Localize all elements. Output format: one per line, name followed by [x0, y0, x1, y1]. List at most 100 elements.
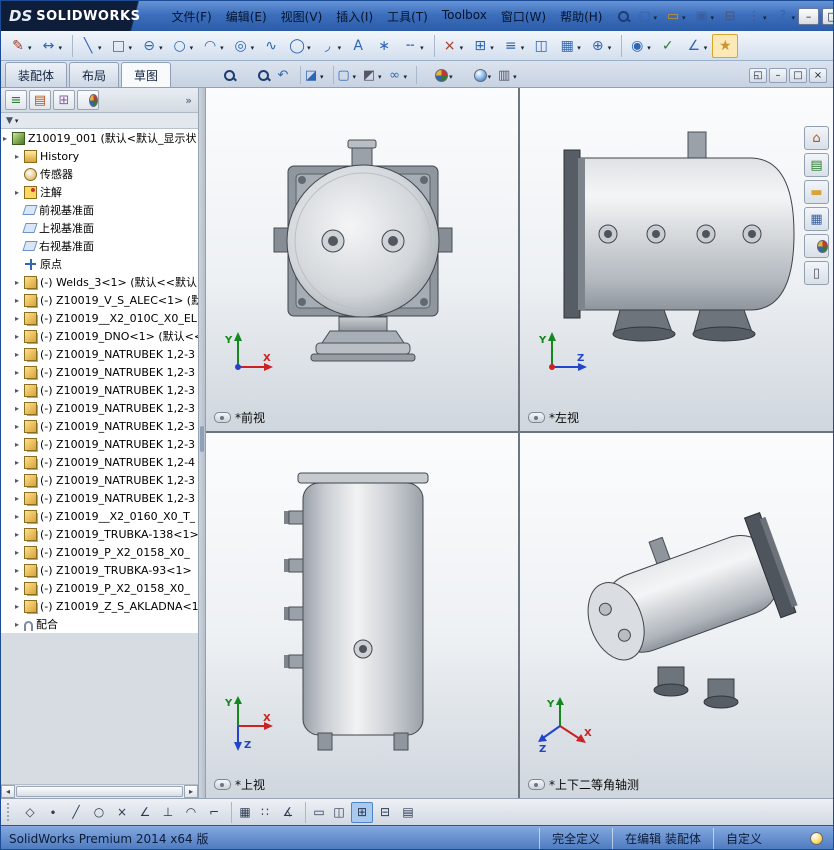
expand-arrow-icon[interactable] — [15, 476, 24, 485]
convert-entities-button[interactable]: ⊞ — [468, 35, 497, 57]
menu-item[interactable]: 工具(T) — [380, 4, 435, 29]
expand-arrow-icon[interactable] — [15, 152, 24, 161]
fillet-tool-button[interactable]: ◞ — [316, 35, 345, 57]
sketch-tool-button[interactable]: ✎ — [6, 35, 35, 57]
foot[interactable] — [393, 732, 409, 751]
view-orientation-badge[interactable] — [528, 412, 545, 423]
slot-tool-button[interactable]: ⊖ — [137, 35, 166, 57]
centerline-tool-button[interactable]: ╌ — [398, 35, 427, 57]
tree-item[interactable]: Z10019_001 (默认<默认_显示状 — [1, 129, 198, 147]
scroll-left-arrow-icon[interactable]: ◂ — [1, 785, 15, 798]
appearances-tab[interactable] — [804, 234, 829, 258]
filter-funnel-icon[interactable]: ▼ — [6, 116, 13, 126]
scrollbar-thumb[interactable] — [16, 786, 183, 797]
apply-scene-button[interactable] — [456, 66, 494, 84]
file-explorer-tab[interactable]: ▬ — [804, 180, 829, 204]
tree-item[interactable]: (-) Z10019_Z_S_AKLADNA<1> — [1, 597, 198, 615]
expand-arrow-icon[interactable] — [15, 404, 24, 413]
doc-close-button[interactable]: × — [809, 68, 827, 83]
displaymanager-tab[interactable] — [77, 90, 99, 110]
filter-vertices-button[interactable]: ∙ — [42, 802, 64, 823]
status-custom-menu[interactable]: 自定义 — [712, 828, 774, 849]
circle-tool-button[interactable]: ○ — [168, 35, 197, 57]
section-view-button[interactable]: ◪ — [300, 66, 326, 84]
save-button[interactable]: ▣ — [691, 6, 718, 26]
ellipse-tool-button[interactable]: ◯ — [285, 35, 314, 57]
print-button[interactable]: ⊟ — [719, 6, 741, 26]
options-button[interactable]: ⋮ — [743, 6, 770, 26]
filter-perpendicular-button[interactable]: ⊥ — [157, 802, 179, 823]
tree-item[interactable]: 上视基准面 — [1, 219, 198, 237]
display-style-button[interactable]: ◩ — [359, 66, 384, 84]
view-orientation-button[interactable]: ▢ — [332, 66, 359, 84]
selection-filter-toggle[interactable]: ◇ — [19, 802, 41, 823]
open-button[interactable]: ▭ — [662, 6, 689, 26]
rectangle-tool-button[interactable]: □ — [107, 35, 136, 57]
tree-item[interactable]: (-) Z10019_NATRUBEK 1,2-3 — [1, 435, 198, 453]
tank-shell[interactable] — [302, 482, 424, 736]
view-orientation-badge[interactable] — [528, 779, 545, 790]
side-stub[interactable] — [288, 510, 304, 525]
expand-arrow-icon[interactable] — [15, 278, 24, 287]
expand-arrow-icon[interactable] — [15, 368, 24, 377]
filter-faces-button[interactable]: ○ — [88, 802, 110, 823]
help-button[interactable]: ? — [772, 6, 799, 26]
tree-item[interactable]: 右视基准面 — [1, 237, 198, 255]
display-relations-button[interactable]: ◉ — [621, 34, 654, 57]
expand-arrow-icon[interactable] — [15, 548, 24, 557]
tree-item[interactable]: (-) Z10019_NATRUBEK 1,2-4 — [1, 453, 198, 471]
menu-item[interactable]: 视图(V) — [274, 4, 330, 29]
arc-tool-button[interactable]: ◠ — [198, 35, 227, 57]
expand-arrow-icon[interactable] — [15, 332, 24, 341]
tree-item[interactable]: (-) Z10019_NATRUBEK 1,2-3 — [1, 363, 198, 381]
text-tool-button[interactable]: A — [346, 35, 370, 57]
tree-item[interactable]: (-) Z10019_NATRUBEK 1,2-3 — [1, 471, 198, 489]
spline-tool-button[interactable]: ∿ — [259, 35, 283, 57]
quick-tips-icon[interactable] — [810, 832, 823, 845]
foot[interactable] — [317, 732, 333, 751]
new-document-button[interactable]: ▢ — [633, 6, 660, 26]
end-flange[interactable] — [563, 149, 581, 319]
tree-item[interactable]: (-) Z10019_V_S_ALEC<1> (默 — [1, 291, 198, 309]
tree-item[interactable]: (-) Z10019_TRUBKA-93<1> — [1, 561, 198, 579]
side-stub[interactable] — [288, 606, 304, 621]
tree-item[interactable]: (-) Z10019__X2_010C_X0_EL — [1, 309, 198, 327]
expand-arrow-icon[interactable] — [15, 188, 24, 197]
expand-arrow-icon[interactable] — [15, 440, 24, 449]
tree-item[interactable]: (-) Z10019_DNO<1> (默认<< — [1, 327, 198, 345]
viewport-single-button[interactable]: ▭ — [305, 801, 327, 823]
expand-arrow-icon[interactable] — [15, 530, 24, 539]
zoom-area-button[interactable] — [239, 66, 272, 84]
propertymanager-tab[interactable]: ▤ — [29, 90, 51, 110]
tree-item[interactable]: (-) Z10019_NATRUBEK 1,2-3 — [1, 399, 198, 417]
commandmanager-tab[interactable]: 草图 — [121, 62, 172, 87]
design-library-tab[interactable]: ▤ — [804, 153, 829, 177]
splitter-handle[interactable] — [200, 426, 204, 452]
expand-arrow-icon[interactable] — [15, 494, 24, 503]
tree-item[interactable]: (-) Z10019_TRUBKA-138<1> — [1, 525, 198, 543]
side-stub[interactable] — [288, 558, 304, 573]
viewport-four-button[interactable]: ⊞ — [351, 801, 373, 823]
panel-splitter[interactable] — [199, 88, 206, 798]
expand-arrow-icon[interactable] — [3, 134, 12, 143]
doc-restore-button[interactable]: □ — [789, 68, 807, 83]
snap-angle-button[interactable]: ∡ — [277, 802, 299, 823]
doc-minimize-button[interactable]: – — [769, 68, 787, 83]
expand-arrow-icon[interactable] — [15, 620, 24, 629]
top-lip[interactable] — [297, 472, 429, 484]
view-settings-button[interactable]: ▥ — [494, 66, 519, 84]
point-tool-button[interactable]: ∗ — [372, 35, 396, 57]
filter-tangent-button[interactable]: ◠ — [180, 802, 202, 823]
top-nozzle[interactable] — [687, 131, 707, 159]
viewport-horizontal-button[interactable]: ⊟ — [374, 802, 396, 823]
menu-item[interactable]: 帮助(H) — [553, 4, 609, 29]
view-palette-tab[interactable]: ▦ — [804, 207, 829, 231]
isometric-viewport[interactable]: Y X Z *上下二等角轴测 — [520, 433, 833, 798]
expand-arrow-icon[interactable] — [15, 314, 24, 323]
side-stub[interactable] — [288, 654, 304, 669]
left-lug[interactable] — [273, 227, 289, 253]
left-viewport[interactable]: Y Z *左视 — [520, 88, 833, 431]
maximize-button[interactable]: □ — [822, 7, 833, 25]
zoom-fit-button[interactable] — [205, 66, 238, 84]
snap-points-button[interactable]: ∷ — [254, 802, 276, 823]
